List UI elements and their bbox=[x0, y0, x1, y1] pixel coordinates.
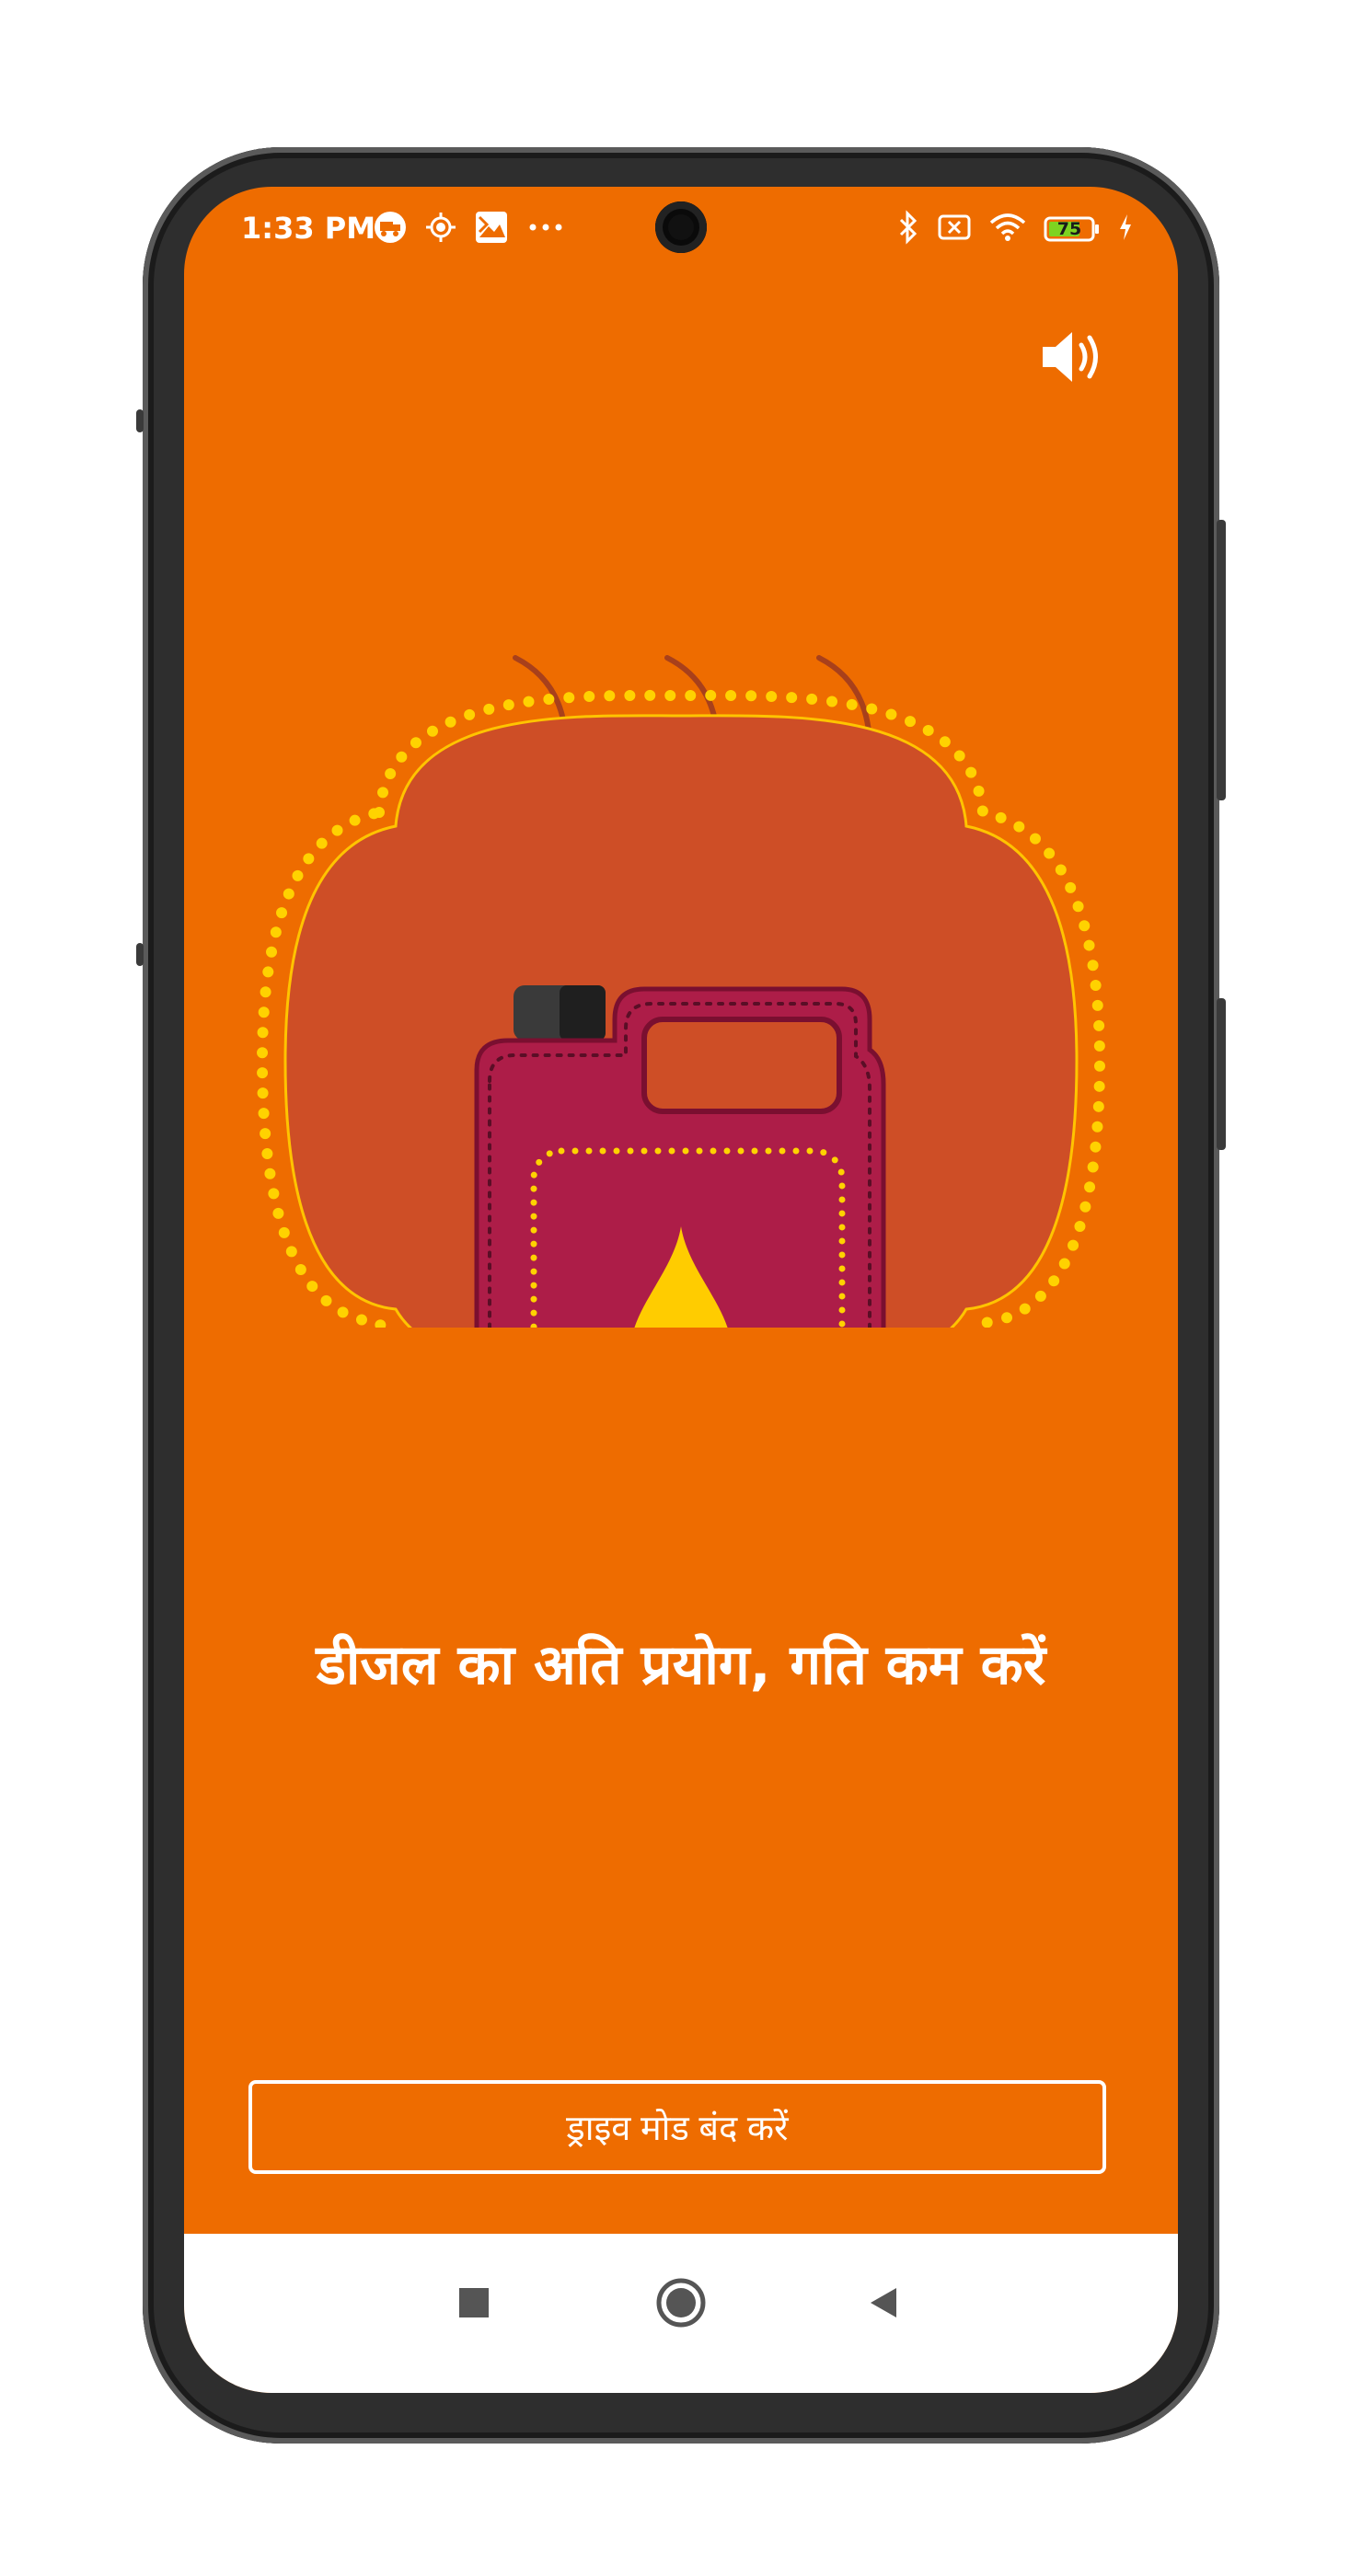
no-sim-icon bbox=[937, 213, 972, 245]
charging-icon bbox=[1117, 213, 1134, 246]
alert-message: डीजल का अति प्रयोग, गति कम करें bbox=[316, 1633, 1046, 1697]
status-icons-right: 75 bbox=[896, 207, 1134, 251]
battery-level: 75 bbox=[1056, 219, 1082, 239]
app-screen: 1:33 PM 75 डीजल का अति प्रयोग, गति कम कर… bbox=[184, 187, 1178, 2393]
left-side-button-2 bbox=[136, 943, 144, 966]
bluetooth-icon bbox=[896, 210, 920, 248]
square-recents-icon[interactable] bbox=[442, 2271, 506, 2335]
location-icon bbox=[424, 211, 457, 247]
battery-icon: 75 bbox=[1044, 215, 1101, 243]
power-button bbox=[1217, 520, 1226, 800]
status-icons-left bbox=[373, 207, 566, 251]
front-camera bbox=[655, 201, 707, 253]
stop-drive-mode-button[interactable]: ड्राइव मोड बंद करें bbox=[248, 2080, 1106, 2174]
gallery-icon bbox=[474, 210, 509, 248]
status-time: 1:33 PM bbox=[241, 211, 376, 246]
truck-app-icon bbox=[373, 210, 408, 248]
fuel-can-illustration bbox=[248, 518, 1114, 1513]
wifi-icon bbox=[988, 212, 1027, 247]
navigation-bar bbox=[184, 2234, 1178, 2393]
more-notifications-icon bbox=[525, 218, 566, 240]
circle-home-icon[interactable] bbox=[649, 2271, 713, 2335]
triangle-back-icon[interactable] bbox=[851, 2271, 916, 2335]
status-bar: 1:33 PM 75 bbox=[184, 187, 1178, 279]
left-side-button bbox=[136, 409, 144, 432]
volume-rocker bbox=[1217, 998, 1226, 1150]
speaker-on-icon[interactable] bbox=[1033, 316, 1115, 398]
